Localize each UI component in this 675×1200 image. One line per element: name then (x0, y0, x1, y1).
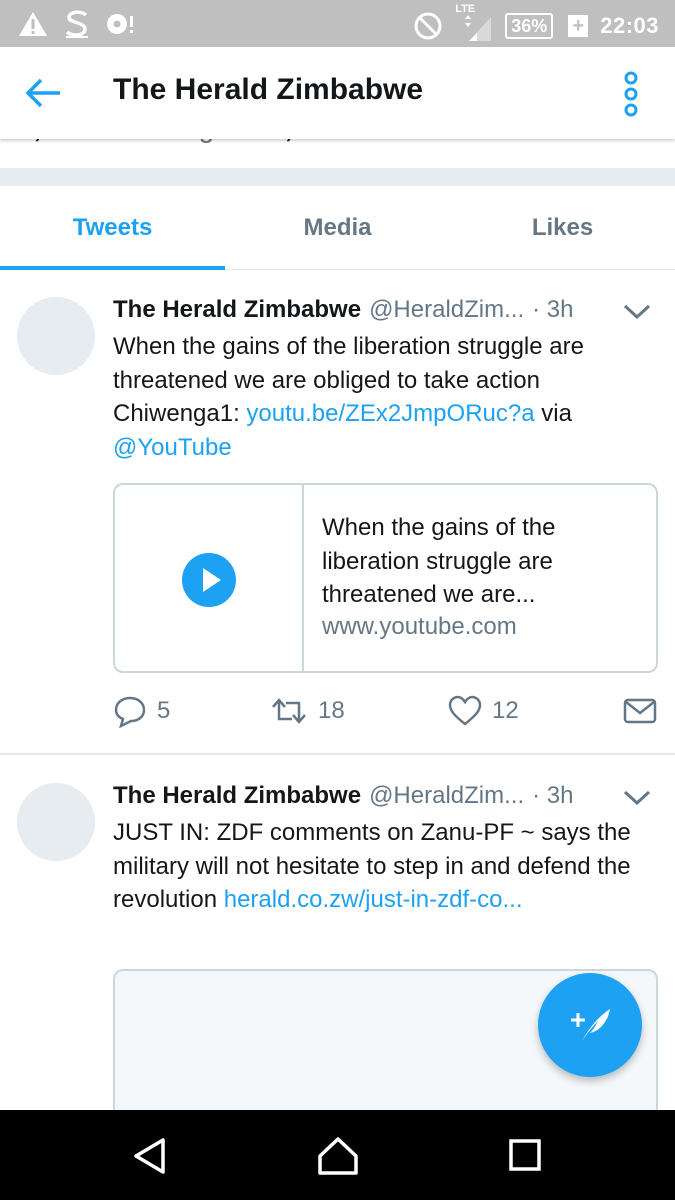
card-title: When the gains of the liberation struggl… (322, 514, 556, 608)
reply-count: 5 (157, 697, 171, 724)
do-not-disturb-icon (413, 11, 443, 41)
avatar[interactable] (17, 297, 95, 375)
tweet[interactable]: The Herald Zimbabwe @HeraldZim... · 3h W… (0, 271, 675, 755)
signal-icon: LTE (455, 3, 493, 43)
retweet-count: 18 (318, 697, 345, 724)
battery-charging-indicator: + (568, 15, 589, 37)
tweet-menu-button[interactable] (621, 299, 653, 323)
reply-icon (114, 696, 146, 728)
tab-tweets[interactable]: Tweets (0, 186, 225, 270)
section-divider (0, 168, 675, 186)
retweet-icon (272, 698, 306, 724)
like-button[interactable]: 12 (448, 691, 519, 731)
system-navigation-bar (0, 1110, 675, 1200)
tweet-author-handle[interactable]: @HeraldZim... (369, 782, 524, 810)
tweet-link[interactable]: herald.co.zw/just-in-zdf-co... (224, 886, 523, 913)
envelope-icon (623, 698, 657, 724)
avatar[interactable] (17, 783, 95, 861)
status-clock: 22:03 (600, 13, 659, 38)
direct-message-button[interactable] (623, 691, 657, 731)
nav-recents-button[interactable] (500, 1134, 550, 1178)
status-bar: LTE 36% + 22:03 (0, 0, 675, 47)
reply-button[interactable]: 5 (113, 691, 170, 731)
tweet-author-name[interactable]: The Herald Zimbabwe (113, 296, 361, 324)
tweet-link[interactable]: youtu.be/ZEx2JmpORuc?a (246, 400, 534, 427)
warning-icon (18, 9, 48, 39)
media-icon (106, 9, 136, 39)
nav-back-icon (134, 1138, 165, 1174)
chevron-down-icon (623, 790, 651, 806)
tweet-mention[interactable]: @YouTube (113, 434, 232, 461)
tweet-header: The Herald Zimbabwe @HeraldZim... · 3h (113, 779, 653, 813)
tweet-author-name[interactable]: The Herald Zimbabwe (113, 782, 361, 810)
page-title: The Herald Zimbabwe (113, 73, 424, 106)
tweet-menu-button[interactable] (621, 785, 653, 809)
chevron-down-icon (623, 304, 651, 320)
link-card[interactable]: When the gains of the liberation struggl… (113, 483, 658, 673)
tab-likes[interactable]: Likes (450, 186, 675, 269)
tweet-actions: 5 18 12 (113, 691, 658, 731)
nav-recents-icon (509, 1139, 541, 1171)
profile-tabs: Tweets Media Likes (0, 186, 675, 270)
tweet-author-handle[interactable]: @HeraldZim... (369, 296, 524, 324)
tweet-timestamp: · 3h (532, 782, 574, 809)
battery-icon: 36% (505, 13, 554, 39)
nav-home-icon (318, 1137, 358, 1175)
tweet-text: JUST IN: ZDF comments on Zanu-PF ~ says … (113, 816, 653, 917)
compose-tweet-button[interactable] (538, 973, 642, 1077)
tweet-text-via: via (534, 400, 572, 427)
back-button[interactable] (24, 75, 64, 111)
tab-media[interactable]: Media (225, 186, 450, 269)
like-count: 12 (492, 697, 519, 724)
battery-level: 36% (511, 15, 548, 36)
retweet-button[interactable]: 18 (270, 691, 345, 731)
compose-tweet-icon (571, 1009, 610, 1041)
card-media[interactable] (115, 485, 304, 671)
heart-icon (448, 695, 482, 726)
status-right-icons: LTE 36% + 22:03 (413, 3, 659, 43)
nav-home-button[interactable] (313, 1134, 363, 1178)
tweet-timestamp: · 3h (532, 296, 574, 323)
tweet-text: When the gains of the liberation struggl… (113, 330, 653, 464)
status-left-icons (18, 9, 136, 39)
more-options-button[interactable] (617, 71, 645, 117)
more-vertical-icon (624, 71, 638, 117)
app-bar: The Herald Zimbabwe (0, 47, 675, 139)
back-arrow-icon (25, 78, 60, 108)
nav-back-button[interactable] (126, 1134, 176, 1178)
card-domain: www.youtube.com (322, 613, 517, 640)
tweet-header: The Herald Zimbabwe @HeraldZim... · 3h (113, 293, 653, 327)
s-icon (62, 9, 92, 39)
play-icon[interactable] (182, 553, 236, 607)
